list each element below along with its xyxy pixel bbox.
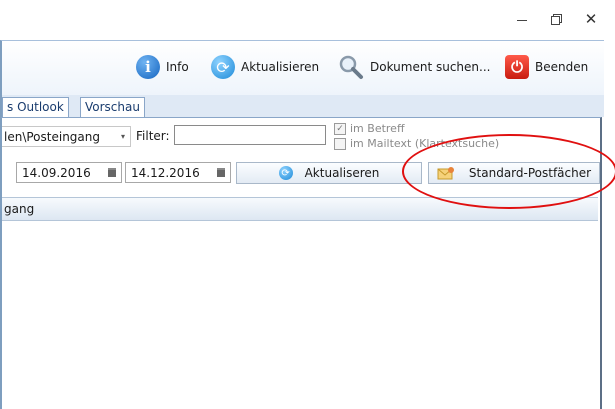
- standard-mailboxes-button[interactable]: Standard-Postfächer: [428, 162, 600, 184]
- mailbox-icon: [437, 166, 455, 180]
- refresh-icon: ⟳: [211, 55, 235, 79]
- toolbar: i Info ⟳ Aktualisieren Dokument suchen..…: [0, 40, 604, 95]
- quit-label: Beenden: [535, 60, 589, 74]
- close-button[interactable]: ✕: [573, 6, 609, 32]
- mailtext-checkbox[interactable]: im Mailtext (Klartextsuche): [334, 137, 499, 150]
- info-button[interactable]: i Info: [136, 53, 189, 81]
- filter-input[interactable]: [174, 125, 326, 145]
- filter-label: Filter:: [136, 129, 170, 143]
- quit-button[interactable]: ⏻ Beenden: [505, 53, 588, 81]
- date-from-field[interactable]: 14.09.2016: [16, 162, 122, 183]
- info-icon: i: [136, 55, 160, 79]
- refresh-button[interactable]: ⟳ Aktualiseren: [236, 162, 422, 184]
- subject-checkbox-label: im Betreff: [350, 122, 405, 135]
- checkbox-icon: [334, 137, 346, 150]
- checkbox-checked-icon: ✓: [334, 122, 346, 135]
- search-document-button[interactable]: Dokument suchen...: [338, 53, 490, 81]
- maximize-button[interactable]: [538, 6, 574, 32]
- title-bar: ✕: [0, 0, 615, 36]
- tab-preview[interactable]: Vorschau: [80, 97, 145, 117]
- close-icon: ✕: [584, 10, 598, 28]
- restore-icon: [550, 13, 562, 25]
- refresh-button-label: Aktualiseren: [304, 166, 380, 180]
- search-document-label: Dokument suchen...: [370, 60, 491, 74]
- folder-select[interactable]: len\Posteingang ▾: [2, 126, 131, 147]
- date-to-field[interactable]: 14.12.2016: [125, 162, 231, 183]
- grid-header[interactable]: gang: [2, 197, 598, 221]
- refresh-icon: ⟳: [278, 166, 293, 180]
- standard-mailboxes-label: Standard-Postfächer: [468, 166, 592, 180]
- date-from-value: 14.09.2016: [22, 165, 91, 180]
- date-to-value: 14.12.2016: [131, 165, 200, 180]
- info-label: Info: [166, 60, 189, 74]
- subject-checkbox[interactable]: ✓ im Betreff: [334, 122, 405, 135]
- power-icon: ⏻: [505, 55, 529, 79]
- mail-list[interactable]: [2, 221, 598, 409]
- refresh-toolbar-button[interactable]: ⟳ Aktualisieren: [211, 53, 319, 81]
- minimize-button[interactable]: [504, 6, 540, 32]
- folder-value: len\Posteingang: [4, 129, 100, 144]
- calendar-icon[interactable]: [214, 164, 228, 181]
- chevron-down-icon: ▾: [120, 132, 125, 141]
- calendar-icon[interactable]: [105, 164, 119, 181]
- minimize-icon: [517, 19, 527, 21]
- tab-strip: s Outlook Vorschau: [0, 95, 604, 117]
- grid-header-label: gang: [4, 202, 35, 216]
- tab-outlook[interactable]: s Outlook: [2, 97, 69, 117]
- mailtext-checkbox-label: im Mailtext (Klartextsuche): [350, 137, 500, 150]
- refresh-label: Aktualisieren: [241, 60, 320, 74]
- magnifier-icon: [338, 54, 364, 80]
- outlook-panel: len\Posteingang ▾ Filter: ✓ im Betreff i…: [0, 117, 602, 409]
